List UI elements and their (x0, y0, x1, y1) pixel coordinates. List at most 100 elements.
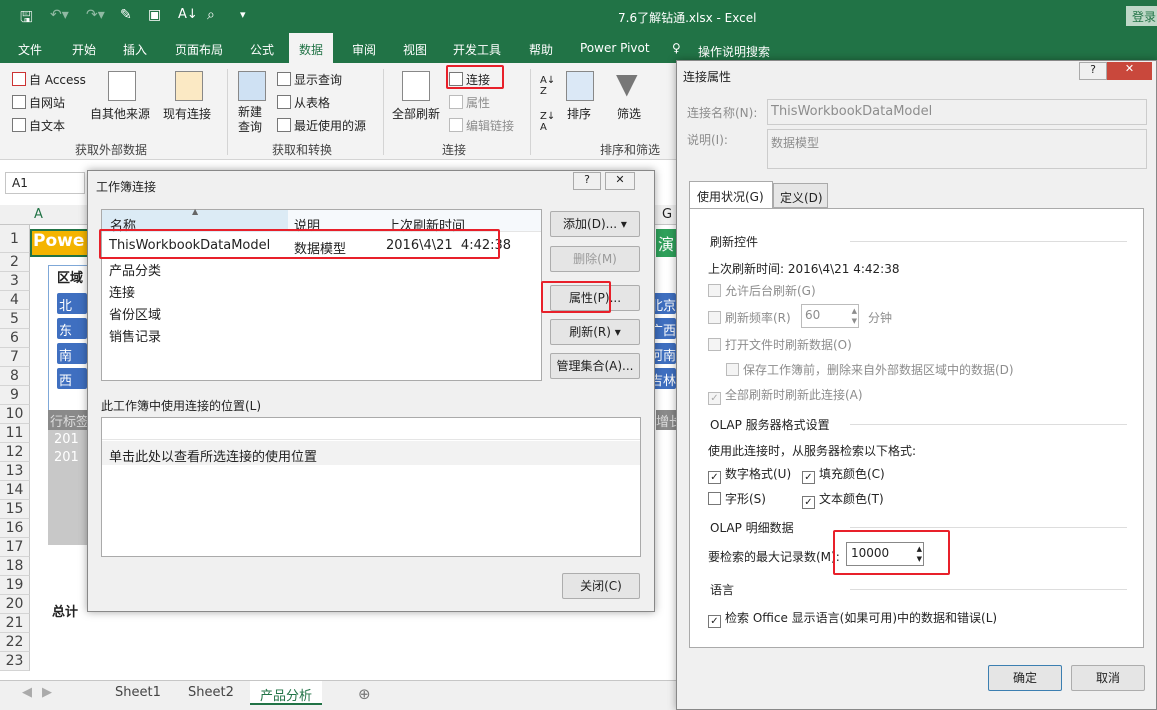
save-icon[interactable]: 🖫 (20, 7, 33, 32)
tab-home[interactable]: 开始 (72, 41, 96, 58)
login-button[interactable]: 登录 (1126, 6, 1157, 26)
row-header[interactable]: 16 (0, 519, 30, 538)
slicer-item[interactable]: 西 (57, 368, 87, 389)
close-icon[interactable]: ✕ (605, 172, 635, 190)
row-header[interactable]: 15 (0, 500, 30, 519)
ok-button[interactable]: 确定 (988, 665, 1062, 691)
tab-view[interactable]: 视图 (403, 41, 427, 58)
from-web-button[interactable]: 自网站 (12, 94, 65, 111)
row-header[interactable]: 22 (0, 633, 30, 652)
cell-a1[interactable]: Powe (33, 231, 84, 251)
description-field[interactable]: 数据模型 (767, 129, 1147, 169)
recent-sources-button[interactable]: 最近使用的源 (277, 117, 366, 134)
sheet-tab-product-analysis[interactable]: 产品分析 (250, 681, 323, 705)
remove-data-checkbox[interactable]: 保存工作簿前，删除来自外部数据区域中的数据(D) (726, 361, 1014, 378)
font-style-checkbox[interactable]: 字形(S) (708, 490, 766, 507)
row-header[interactable]: 10 (0, 405, 30, 424)
refresh-all-button[interactable]: 全部刷新 (392, 105, 440, 122)
row-header[interactable]: 8 (0, 367, 30, 386)
from-text-button[interactable]: 自文本 (12, 117, 65, 134)
add-button[interactable]: 添加(D)... ▾ (550, 211, 640, 237)
row-header[interactable]: 7 (0, 348, 30, 367)
usage-list[interactable]: 单击此处以查看所选连接的使用位置 (101, 417, 641, 557)
text-color-checkbox[interactable]: ✓ 文本颜色(T) (802, 490, 884, 509)
cell-g1[interactable]: 演 (658, 231, 674, 255)
row-header[interactable]: 1 (0, 225, 30, 253)
spinner-arrows-icon[interactable]: ▲ ▼ (852, 306, 857, 326)
tell-me-search[interactable]: 操作说明搜索 (698, 43, 770, 60)
other-sources-button[interactable]: 自其他来源 (90, 105, 150, 122)
edit-links-button[interactable]: 编辑链接 (449, 117, 514, 134)
row-header[interactable]: 13 (0, 462, 30, 481)
row-header[interactable]: 5 (0, 310, 30, 329)
tab-page-layout[interactable]: 页面布局 (175, 41, 223, 58)
refresh-every-checkbox[interactable]: 刷新频率(R) (708, 309, 791, 326)
tab-definition[interactable]: 定义(D) (773, 183, 828, 208)
sort-desc-icon[interactable]: Z↓ A (540, 111, 555, 133)
sheet-tab-sheet2[interactable]: Sheet2 (188, 685, 234, 700)
spinner-arrows-icon[interactable]: ▲ ▼ (917, 544, 922, 564)
row-header[interactable]: 4 (0, 291, 30, 310)
save-as-icon[interactable]: ▣ (148, 7, 161, 23)
filter-button[interactable]: 筛选 (617, 105, 641, 122)
connection-row[interactable]: ThisWorkbookDataModel 数据模型 2016\4\21 4:42:… (102, 236, 541, 258)
row-header[interactable]: 17 (0, 538, 30, 557)
tab-insert[interactable]: 插入 (123, 41, 147, 58)
scroll-right-icon[interactable]: ▶ (42, 685, 52, 700)
tab-developer[interactable]: 开发工具 (453, 41, 501, 58)
refresh-minutes-spinner[interactable]: 60 ▲ ▼ (801, 304, 859, 328)
row-header[interactable]: 20 (0, 595, 30, 614)
row-header[interactable]: 6 (0, 329, 30, 348)
background-refresh-checkbox[interactable]: 允许后台刷新(G) (708, 282, 816, 299)
name-box[interactable]: A1 (5, 172, 85, 194)
properties-button[interactable]: 属性 (449, 94, 490, 111)
from-access-button[interactable]: 自 Access (12, 71, 86, 88)
add-sheet-icon[interactable]: ⊕ (358, 685, 371, 703)
print-preview-icon[interactable]: ⌕ (207, 7, 215, 23)
pivot-year-11[interactable]: 201 (54, 432, 79, 447)
close-button[interactable]: 关闭(C) (562, 573, 640, 599)
connections-button[interactable]: 连接 (449, 71, 490, 88)
fill-color-checkbox[interactable]: ✓ 填充颜色(C) (802, 465, 885, 484)
connection-name-field[interactable]: ThisWorkbookDataModel (767, 99, 1147, 125)
pivot-year-12[interactable]: 201 (54, 450, 79, 465)
tab-power-pivot[interactable]: Power Pivot (580, 41, 650, 55)
close-icon[interactable]: ✕ (1107, 62, 1152, 80)
cancel-button[interactable]: 取消 (1071, 665, 1145, 691)
from-table-button[interactable]: 从表格 (277, 94, 330, 111)
column-header-a[interactable]: A (34, 207, 43, 222)
properties-button[interactable]: 属性(P)... (550, 285, 640, 311)
connection-row[interactable]: 产品分类 (102, 258, 541, 280)
header-name[interactable]: 名称 (110, 215, 136, 234)
row-header[interactable]: 12 (0, 443, 30, 462)
tab-usage[interactable]: 使用状况(G) (689, 181, 773, 209)
row-header[interactable]: 21 (0, 614, 30, 633)
slicer-item[interactable]: 南 (57, 343, 87, 364)
language-checkbox[interactable]: ✓ 检索 Office 显示语言(如果可用)中的数据和错误(L) (708, 609, 997, 628)
tab-review[interactable]: 审阅 (352, 41, 376, 58)
row-header[interactable]: 18 (0, 557, 30, 576)
delete-button[interactable]: 删除(M) (550, 246, 640, 272)
sheet-tab-sheet1[interactable]: Sheet1 (115, 685, 161, 700)
scroll-left-icon[interactable]: ◀ (22, 685, 32, 700)
column-header-g[interactable]: G (662, 207, 672, 222)
tab-file[interactable]: 文件 (18, 41, 42, 58)
row-header[interactable]: 2 (0, 253, 30, 272)
number-format-checkbox[interactable]: ✓ 数字格式(U) (708, 465, 791, 484)
row-header[interactable]: 14 (0, 481, 30, 500)
connections-list[interactable]: ▲ 名称 说明 上次刷新时间 ThisWorkbookDataModel 数据模型… (101, 207, 542, 381)
refresh-button[interactable]: 刷新(R) ▾ (550, 319, 640, 345)
existing-connections-button[interactable]: 现有连接 (163, 105, 211, 122)
help-icon[interactable]: ? (573, 172, 601, 190)
row-header[interactable]: 3 (0, 272, 30, 291)
sort-icon[interactable]: A↓ (178, 7, 198, 22)
show-queries-button[interactable]: 显示查询 (277, 71, 342, 88)
row-header[interactable]: 11 (0, 424, 30, 443)
connection-row[interactable]: 销售记录 (102, 324, 541, 346)
tab-formulas[interactable]: 公式 (250, 41, 274, 58)
manage-sets-button[interactable]: 管理集合(A)... (550, 353, 640, 379)
refresh-on-open-checkbox[interactable]: 打开文件时刷新数据(O) (708, 336, 852, 353)
redo-icon[interactable]: ↷▾ (86, 7, 105, 23)
slicer-item[interactable]: 北 (57, 293, 87, 314)
connection-row[interactable]: 连接 (102, 280, 541, 302)
